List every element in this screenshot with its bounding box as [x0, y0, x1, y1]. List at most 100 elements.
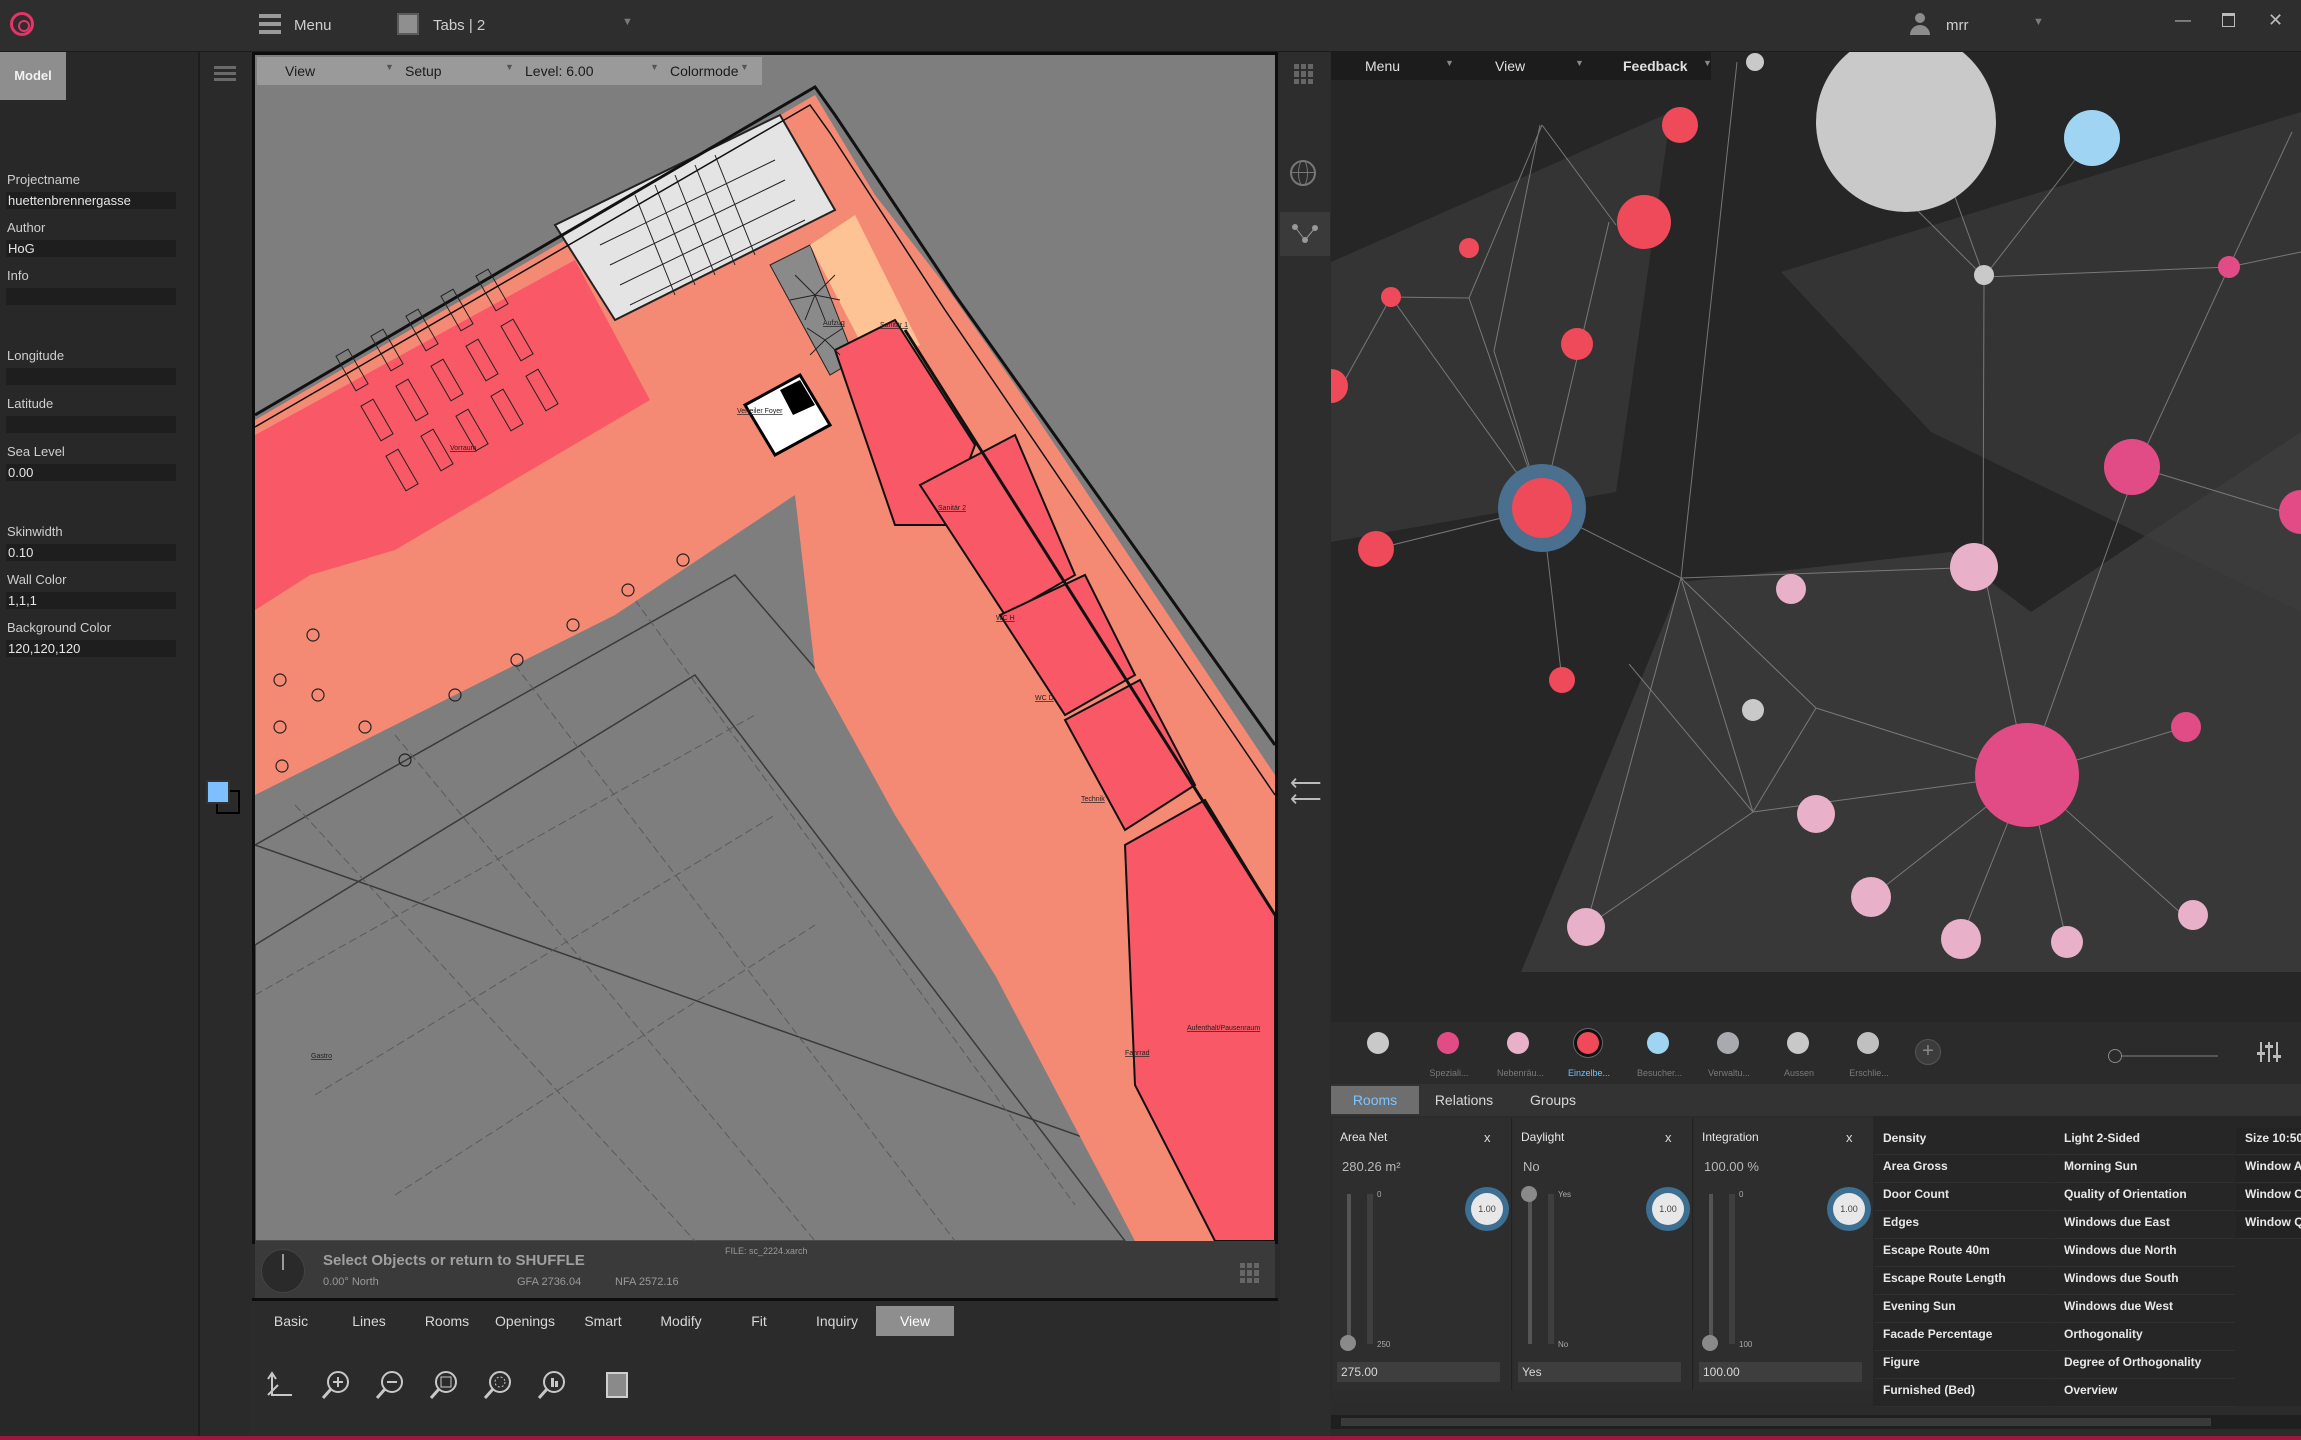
property-item[interactable]: Windows due North: [2055, 1240, 2235, 1267]
zoom-in-icon[interactable]: [320, 1368, 354, 1402]
criterion-input[interactable]: Yes: [1518, 1362, 1681, 1382]
property-item[interactable]: Evening Sun: [1874, 1296, 2054, 1323]
property-item[interactable]: Door Count: [1874, 1184, 2054, 1211]
bottom-tab[interactable]: View: [876, 1306, 954, 1336]
minimize-icon[interactable]: —: [2175, 12, 2191, 30]
bottom-tab[interactable]: Basic: [252, 1306, 330, 1336]
hamburger-icon[interactable]: [259, 14, 281, 34]
legend-swatch[interactable]: [1577, 1032, 1599, 1054]
viewport-menu-item[interactable]: Colormode: [670, 63, 738, 79]
zoom-fit-icon[interactable]: [482, 1368, 516, 1402]
legend-swatch[interactable]: [1787, 1032, 1809, 1054]
weight-knob[interactable]: 1.00: [1465, 1187, 1509, 1231]
axes-icon[interactable]: [264, 1371, 294, 1401]
property-item[interactable]: Escape Route 40m: [1874, 1240, 2054, 1267]
property-item[interactable]: Window A: [2236, 1156, 2301, 1183]
viewport-menu-item[interactable]: View: [285, 63, 315, 79]
graph-menu-item[interactable]: Menu: [1365, 58, 1400, 74]
property-item[interactable]: Escape Route Length: [1874, 1268, 2054, 1295]
vertical-slider[interactable]: [1709, 1194, 1713, 1344]
slider-handle[interactable]: [1521, 1186, 1537, 1202]
field-input[interactable]: HoG: [6, 240, 176, 257]
bottom-tab[interactable]: Inquiry: [798, 1306, 876, 1336]
field-input[interactable]: 1,1,1: [6, 592, 176, 609]
horizontal-scrollbar[interactable]: [1331, 1415, 2301, 1429]
relation-graph-view[interactable]: Menu ▼ View ▼ Feedback ▼: [1331, 52, 2301, 1022]
property-item[interactable]: Window Q: [2236, 1212, 2301, 1239]
user-dropdown-icon[interactable]: ▼: [2033, 16, 2044, 28]
property-item[interactable]: Degree of Orthogonality: [2055, 1352, 2235, 1379]
tabs-button[interactable]: Tabs | 2: [433, 17, 485, 34]
remove-criterion-icon[interactable]: x: [1665, 1130, 1672, 1145]
property-item[interactable]: Windows due South: [2055, 1268, 2235, 1295]
property-item[interactable]: Figure: [1874, 1352, 2054, 1379]
grid-icon[interactable]: [1240, 1263, 1260, 1283]
field-input[interactable]: [6, 416, 176, 433]
grid-view-icon[interactable]: [1294, 64, 1314, 84]
floorplan-drawing[interactable]: Vorraum Verteiler Foyer Aufzug Sanitär 1…: [255, 55, 1275, 1241]
weight-knob[interactable]: 1.00: [1827, 1187, 1871, 1231]
property-item[interactable]: Overview: [2055, 1380, 2235, 1407]
bottom-tab[interactable]: Smart: [564, 1306, 642, 1336]
user-name[interactable]: mrr: [1946, 17, 1969, 34]
swap-panels-icon[interactable]: ⟵ ⟵: [1290, 772, 1322, 810]
bottom-tab[interactable]: Openings: [486, 1306, 564, 1336]
property-item[interactable]: Light 2-Sided: [2055, 1128, 2235, 1155]
app-logo-icon[interactable]: [10, 12, 34, 36]
settings-sliders-icon[interactable]: [2257, 1040, 2281, 1064]
property-item[interactable]: Windows due East: [2055, 1212, 2235, 1239]
legend-swatch[interactable]: [1857, 1032, 1879, 1054]
relation-graph[interactable]: [1331, 52, 2301, 1022]
compass-dial-icon[interactable]: [261, 1249, 305, 1293]
graph-view-icon[interactable]: [1280, 212, 1330, 256]
property-item[interactable]: Window C: [2236, 1184, 2301, 1211]
bottom-tab[interactable]: Fit: [720, 1306, 798, 1336]
graph-menu-item[interactable]: View: [1495, 58, 1525, 74]
color-swatch-icon[interactable]: [206, 780, 240, 814]
slider-handle[interactable]: [1702, 1335, 1718, 1351]
property-item[interactable]: Windows due West: [2055, 1296, 2235, 1323]
remove-criterion-icon[interactable]: x: [1846, 1130, 1853, 1145]
zoom-selection-icon[interactable]: [536, 1368, 570, 1402]
zoom-out-icon[interactable]: [374, 1368, 408, 1402]
tabs-dropdown-icon[interactable]: ▼: [622, 16, 633, 28]
viewport-menu-item[interactable]: Setup: [405, 63, 442, 79]
maximize-icon[interactable]: [2222, 13, 2235, 27]
property-item[interactable]: Orthogonality: [2055, 1324, 2235, 1351]
property-item[interactable]: Morning Sun: [2055, 1156, 2235, 1183]
field-input[interactable]: 120,120,120: [6, 640, 176, 657]
legend-swatch[interactable]: [1647, 1032, 1669, 1054]
property-item[interactable]: Edges: [1874, 1212, 2054, 1239]
layer-icon[interactable]: [606, 1372, 628, 1398]
slider-handle[interactable]: [1340, 1335, 1356, 1351]
legend-swatch[interactable]: [1437, 1032, 1459, 1054]
tab-model[interactable]: Model: [0, 52, 66, 100]
zoom-window-icon[interactable]: [428, 1368, 462, 1402]
close-icon[interactable]: ✕: [2268, 10, 2283, 31]
menu-button[interactable]: Menu: [294, 17, 332, 34]
field-input[interactable]: 0.00: [6, 464, 176, 481]
criterion-input[interactable]: 100.00: [1699, 1362, 1862, 1382]
legend-swatch[interactable]: [1507, 1032, 1529, 1054]
property-item[interactable]: Facade Percentage: [1874, 1324, 2054, 1351]
bottom-tab[interactable]: Rooms: [408, 1306, 486, 1336]
add-category-icon[interactable]: +: [1915, 1039, 1941, 1065]
property-item[interactable]: Furnished (Bed): [1874, 1380, 2054, 1407]
globe-icon[interactable]: [1290, 160, 1316, 186]
room-tab[interactable]: Rooms: [1331, 1086, 1419, 1114]
graph-menu-item[interactable]: Feedback: [1623, 58, 1688, 74]
vertical-slider[interactable]: [1528, 1194, 1532, 1344]
remove-criterion-icon[interactable]: x: [1484, 1130, 1491, 1145]
field-input[interactable]: [6, 288, 176, 305]
bottom-tab[interactable]: Lines: [330, 1306, 408, 1336]
room-tab[interactable]: Groups: [1509, 1086, 1597, 1114]
weight-knob[interactable]: 1.00: [1646, 1187, 1690, 1231]
room-tab[interactable]: Relations: [1420, 1086, 1508, 1114]
floorplan-viewport[interactable]: Vorraum Verteiler Foyer Aufzug Sanitär 1…: [252, 52, 1278, 1244]
field-input[interactable]: [6, 368, 176, 385]
property-item[interactable]: Size 10:50: [2236, 1128, 2301, 1155]
vertical-slider[interactable]: [1347, 1194, 1351, 1344]
legend-swatch[interactable]: [1367, 1032, 1389, 1054]
criterion-input[interactable]: 275.00: [1337, 1362, 1500, 1382]
list-icon[interactable]: [214, 66, 236, 84]
